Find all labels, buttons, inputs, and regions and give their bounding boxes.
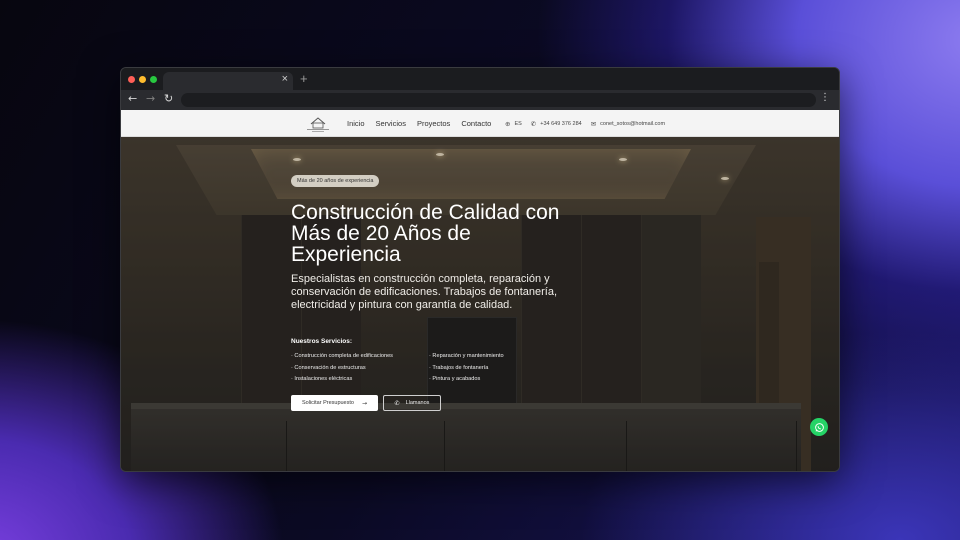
web-page: Inicio Servicios Proyectos Contacto ⊕ ES… (121, 110, 839, 471)
mail-icon: ✉ (590, 120, 597, 128)
whatsapp-button[interactable] (810, 418, 828, 436)
maximize-window-button[interactable] (150, 76, 157, 83)
nav-inicio[interactable]: Inicio (347, 119, 365, 128)
service-item: · Trabajos de fontanería (429, 364, 489, 371)
request-quote-button[interactable]: Solicitar Presupuesto → (291, 395, 378, 411)
close-window-button[interactable] (128, 76, 135, 83)
whatsapp-icon (814, 422, 824, 432)
forward-icon[interactable]: → (146, 92, 155, 105)
nav-proyectos[interactable]: Proyectos (417, 119, 450, 128)
phone-icon: ✆ (394, 399, 400, 407)
experience-badge: Más de 20 años de experiencia (291, 175, 380, 187)
call-button[interactable]: ✆ Llamanos (383, 395, 441, 411)
site-header: Inicio Servicios Proyectos Contacto ⊕ ES… (121, 110, 839, 137)
browser-menu-icon[interactable]: ⋮ (820, 92, 830, 103)
hero-subtitle: Especialistas en construcción completa, … (291, 273, 557, 311)
services-list-right: · Reparación y mantenimiento · Trabajos … (429, 351, 504, 386)
service-item: · Pintura y acabados (429, 376, 481, 382)
call-label: Llamanos (405, 400, 430, 406)
browser-toolbar: ← → ↻ ⋮ (121, 90, 839, 110)
browser-tab[interactable]: × (163, 72, 293, 90)
service-item: · Construcción completa de edificaciones (291, 353, 393, 359)
phone-icon: ✆ (530, 120, 537, 128)
globe-icon[interactable]: ⊕ (505, 120, 510, 128)
service-item: · Instalaciones eléctricas (291, 376, 353, 382)
service-item: · Reparación y mantenimiento (429, 353, 504, 359)
back-icon[interactable]: ← (128, 92, 137, 105)
minimize-window-button[interactable] (139, 76, 146, 83)
company-logo[interactable] (305, 115, 331, 133)
address-bar[interactable] (181, 93, 816, 107)
language-selector[interactable]: ES (514, 121, 521, 127)
new-tab-button[interactable]: + (300, 71, 308, 86)
services-title: Nuestros Servicios: (291, 338, 353, 345)
main-nav: Inicio Servicios Proyectos Contacto (347, 119, 502, 128)
hero-title: Construcción de Calidad con Más de 20 Añ… (291, 201, 560, 266)
service-item: · Conservación de estructuras (291, 364, 366, 371)
header-email[interactable]: conet_sotos@hotmail.com (600, 121, 665, 127)
nav-servicios[interactable]: Servicios (376, 119, 406, 128)
nav-contacto[interactable]: Contacto (461, 119, 491, 128)
tab-bar: × + (121, 68, 839, 90)
header-phone[interactable]: +34 649 376 284 (540, 121, 581, 127)
header-contact: ⊕ ES ✆ +34 649 376 284 ✉ conet_sotos@hot… (505, 120, 674, 128)
arrow-right-icon: → (361, 399, 367, 407)
request-quote-label: Solicitar Presupuesto (301, 400, 354, 406)
hero-section: Más de 20 años de experiencia Construcci… (121, 137, 839, 471)
browser-window: × + ← → ↻ ⋮ Inicio Servicios Proyectos C… (120, 67, 840, 472)
services-list-left: · Construcción completa de edificaciones… (291, 351, 393, 386)
reload-icon[interactable]: ↻ (164, 92, 173, 105)
tab-close-icon[interactable]: × (282, 73, 288, 85)
